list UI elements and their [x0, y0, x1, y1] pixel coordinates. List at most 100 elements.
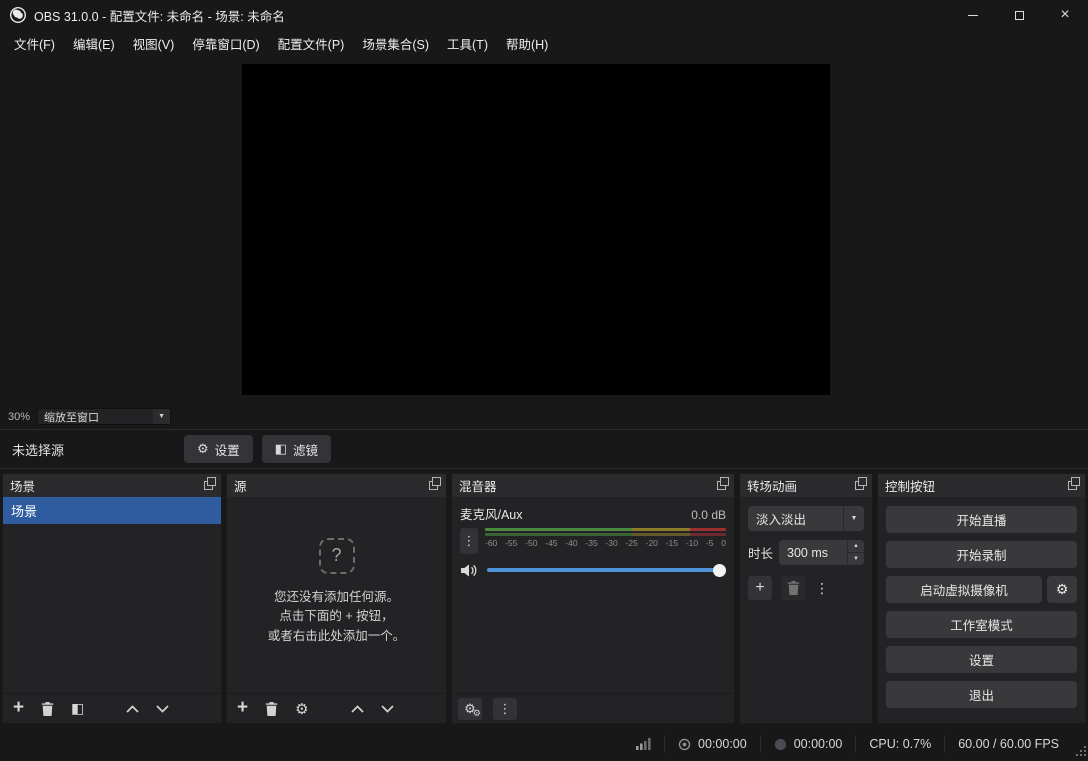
recording-time: 00:00:00: [698, 737, 747, 751]
transition-select-value: 淡入淡出: [748, 506, 843, 531]
remove-source-button[interactable]: [265, 702, 278, 716]
move-source-down-button[interactable]: [381, 705, 394, 713]
source-properties-icon[interactable]: ⚙: [295, 700, 308, 718]
mixer-dock-header[interactable]: 混音器: [452, 474, 734, 497]
scale-tick: -30: [605, 538, 617, 548]
exit-button[interactable]: 退出: [886, 681, 1077, 708]
scale-tick: -40: [565, 538, 577, 548]
scale-tick: 0: [721, 538, 726, 548]
remove-scene-button[interactable]: [41, 702, 54, 716]
transitions-dock-header[interactable]: 转场动画: [740, 474, 872, 497]
zoom-mode-select[interactable]: 缩放至窗口 ▼: [37, 408, 171, 425]
record-icon: [678, 738, 691, 751]
chevron-down-icon[interactable]: ▼: [843, 506, 864, 531]
resize-grip[interactable]: [1076, 746, 1087, 760]
popout-icon[interactable]: [855, 481, 864, 490]
gear-icon: ⚙: [197, 441, 209, 457]
scale-tick: -20: [646, 538, 658, 548]
maximize-icon: [1015, 11, 1024, 20]
studio-mode-button[interactable]: 工作室模式: [886, 611, 1077, 638]
close-button[interactable]: ×: [1042, 0, 1088, 30]
transitions-dock-title: 转场动画: [747, 476, 797, 495]
menu-edit[interactable]: 编辑(E): [64, 30, 124, 57]
scene-item-label: 场景: [11, 501, 37, 520]
popout-icon[interactable]: [1068, 481, 1077, 490]
menu-profile[interactable]: 配置文件(P): [269, 30, 354, 57]
popout-icon[interactable]: [717, 481, 726, 490]
start-virtualcam-button[interactable]: 启动虚拟摄像机: [886, 576, 1042, 603]
move-scene-down-button[interactable]: [156, 705, 169, 713]
mixer-channel-level: 0.0 dB: [691, 508, 726, 522]
duration-decrease-button[interactable]: ▼: [848, 553, 864, 565]
maximize-button[interactable]: [996, 0, 1042, 30]
no-source-label: 未选择源: [12, 440, 64, 459]
zoom-row: 30% 缩放至窗口 ▼: [8, 408, 171, 425]
scenes-toolbar: + ◧: [3, 693, 221, 723]
start-streaming-button[interactable]: 开始直播: [886, 506, 1077, 533]
menu-tools[interactable]: 工具(T): [438, 30, 497, 57]
menu-docks[interactable]: 停靠窗口(D): [183, 30, 268, 57]
move-source-up-button[interactable]: [351, 705, 364, 713]
menubar: 文件(F) 编辑(E) 视图(V) 停靠窗口(D) 配置文件(P) 场景集合(S…: [0, 30, 1088, 57]
add-source-button[interactable]: +: [237, 698, 248, 717]
stream-dot-icon: [774, 738, 787, 751]
remove-transition-button[interactable]: [781, 576, 805, 600]
transition-select[interactable]: 淡入淡出 ▼: [748, 506, 864, 531]
scale-tick: -35: [585, 538, 597, 548]
scale-tick: -5: [706, 538, 714, 548]
source-filters-button[interactable]: ◧ 滤镜: [262, 435, 331, 463]
preview-area: 30% 缩放至窗口 ▼: [0, 57, 1088, 429]
statusbar: 00:00:00 00:00:00 CPU: 0.7% 60.00 / 60.0…: [0, 727, 1088, 761]
start-recording-button[interactable]: 开始录制: [886, 541, 1077, 568]
speaker-icon[interactable]: [460, 561, 480, 579]
controls-dock: 控制按钮 开始直播 开始录制 启动虚拟摄像机 ⚙ 工作室模式 设置 退出: [877, 473, 1086, 724]
fps-indicator: 60.00 / 60.00 FPS: [944, 735, 1072, 753]
scene-filters-icon[interactable]: ◧: [71, 700, 84, 717]
source-properties-button[interactable]: ⚙ 设置: [184, 435, 253, 463]
popout-icon[interactable]: [204, 481, 213, 490]
sources-dock: 源 ? 您还没有添加任何源。 点击下面的 + 按钮， 或者右击此处添加一个。 +…: [226, 473, 447, 724]
controls-dock-header[interactable]: 控制按钮: [878, 474, 1085, 497]
scene-list-item[interactable]: 场景: [3, 497, 221, 524]
source-toolbar: 未选择源 ⚙ 设置 ◧ 滤镜: [0, 429, 1088, 469]
scale-tick: -15: [666, 538, 678, 548]
scenes-dock-header[interactable]: 场景: [3, 474, 221, 497]
titlebar: OBS 31.0.0 - 配置文件: 未命名 - 场景: 未命名 ×: [0, 0, 1088, 30]
volume-slider[interactable]: [487, 563, 726, 577]
mixer-toolbar: ⚙ ⋮: [452, 693, 734, 723]
scale-tick: -55: [505, 538, 517, 548]
duration-increase-button[interactable]: ▲: [848, 540, 864, 553]
mixer-channel-name: 麦克风/Aux: [460, 504, 523, 523]
minimize-button[interactable]: [950, 0, 996, 30]
scenes-dock-title: 场景: [10, 476, 35, 495]
sources-list: ? 您还没有添加任何源。 点击下面的 + 按钮， 或者右击此处添加一个。 + ⚙: [227, 497, 446, 723]
settings-button[interactable]: 设置: [886, 646, 1077, 673]
advanced-audio-button[interactable]: ⚙: [458, 698, 482, 720]
add-transition-button[interactable]: +: [748, 576, 772, 600]
volume-slider-handle[interactable]: [713, 564, 726, 577]
volume-meter-bar: [485, 533, 726, 536]
streaming-status: 00:00:00: [760, 735, 856, 753]
source-toolbar-buttons: ⚙ 设置 ◧ 滤镜: [184, 435, 331, 463]
mixer-dock-title: 混音器: [459, 476, 497, 495]
popout-icon[interactable]: [429, 481, 438, 490]
menu-view[interactable]: 视图(V): [124, 30, 184, 57]
scale-tick: -25: [626, 538, 638, 548]
close-icon: ×: [1060, 7, 1069, 23]
preview-canvas[interactable]: [242, 64, 830, 395]
mixer-menu-button[interactable]: ⋮: [493, 698, 517, 720]
menu-scene-collection[interactable]: 场景集合(S): [353, 30, 438, 57]
volume-meter: -60 -55 -50 -45 -40 -35 -30 -25 -20 -15 …: [485, 528, 726, 548]
transition-properties-button[interactable]: ⋮: [814, 576, 830, 600]
duration-spinbox[interactable]: 300 ms ▲ ▼: [779, 540, 864, 565]
virtualcam-settings-button[interactable]: ⚙: [1047, 576, 1077, 603]
menu-file[interactable]: 文件(F): [5, 30, 64, 57]
docks-row: 场景 场景 + ◧: [0, 473, 1088, 724]
menu-help[interactable]: 帮助(H): [497, 30, 557, 57]
chevron-down-icon: ▼: [153, 409, 170, 424]
double-gear-icon: ⚙: [464, 701, 476, 717]
add-scene-button[interactable]: +: [13, 698, 24, 717]
gear-icon: ⚙: [1056, 581, 1069, 598]
mixer-channel-menu-button[interactable]: ⋮: [460, 528, 478, 554]
move-scene-up-button[interactable]: [126, 705, 139, 713]
